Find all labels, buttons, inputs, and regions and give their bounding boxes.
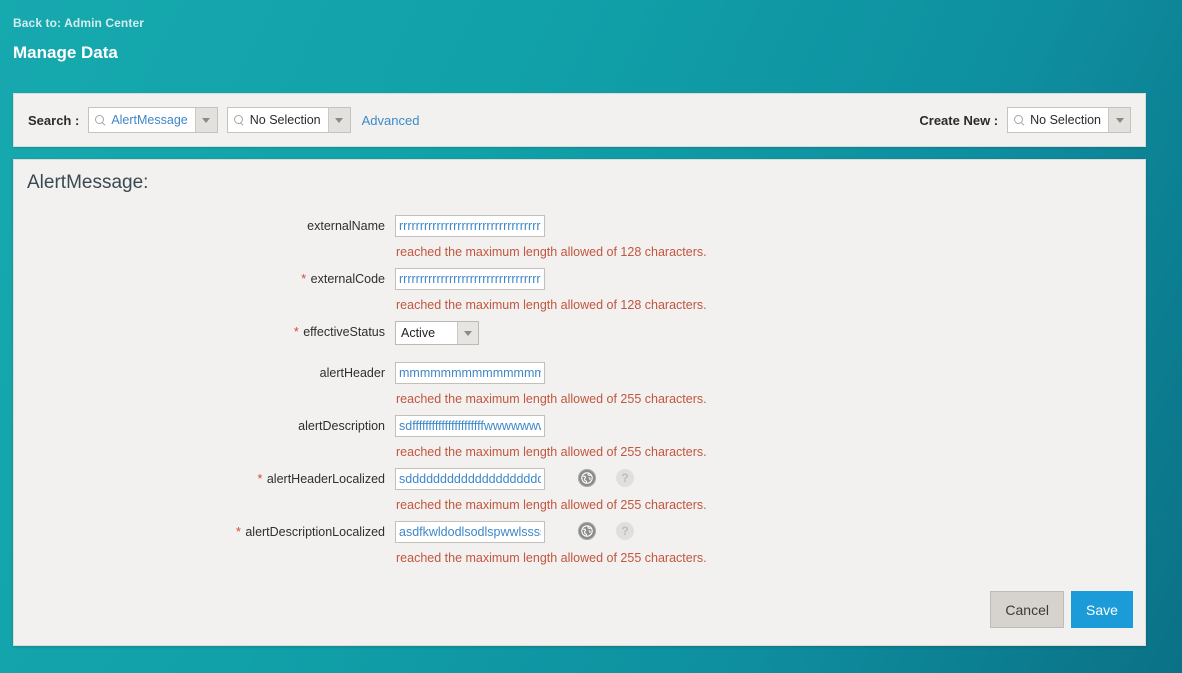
field-label-alertheaderlocalized: * alertHeaderLocalized bbox=[14, 468, 395, 486]
field-control-line bbox=[395, 415, 707, 437]
field-control: reached the maximum length allowed of 25… bbox=[395, 362, 707, 406]
required-marker: * bbox=[235, 525, 241, 539]
cancel-button[interactable]: Cancel bbox=[990, 591, 1064, 628]
form-row: * alertDescriptionLocalized? reached the … bbox=[14, 521, 1145, 565]
advanced-search-link[interactable]: Advanced bbox=[362, 113, 420, 128]
field-icons: ? bbox=[578, 468, 634, 487]
page-header: Back to: Admin Center Manage Data bbox=[0, 0, 1182, 84]
create-new-value: No Selection bbox=[1030, 113, 1101, 127]
search-icon bbox=[1014, 114, 1025, 126]
create-new-dropdown-button[interactable] bbox=[1108, 108, 1130, 132]
chevron-down-icon bbox=[202, 117, 211, 123]
field-label-alertheader: alertHeader bbox=[14, 362, 395, 380]
field-error-message: reached the maximum length allowed of 25… bbox=[396, 392, 707, 406]
field-label-alertdescriptionlocalized: * alertDescriptionLocalized bbox=[14, 521, 395, 539]
globe-icon[interactable] bbox=[578, 522, 596, 540]
help-icon[interactable]: ? bbox=[616, 522, 634, 540]
field-label-text: alertDescriptionLocalized bbox=[245, 525, 385, 539]
row-spacer bbox=[14, 565, 1145, 574]
field-control-line: Active bbox=[395, 321, 479, 345]
entity-form: externalName reached the maximum length a… bbox=[14, 215, 1145, 574]
search-icon bbox=[233, 114, 245, 126]
input-alertheader[interactable] bbox=[395, 362, 545, 384]
field-error-message: reached the maximum length allowed of 25… bbox=[396, 498, 707, 512]
field-label-text: alertHeader bbox=[319, 366, 385, 380]
field-control: reached the maximum length allowed of 12… bbox=[395, 215, 707, 259]
search-toolbar: Search : AlertMessage No Selection Advan… bbox=[13, 93, 1146, 147]
search-selection-field[interactable]: No Selection bbox=[227, 108, 328, 132]
field-control-line bbox=[395, 362, 707, 384]
input-alertheaderlocalized[interactable] bbox=[395, 468, 545, 490]
required-marker: * bbox=[257, 472, 263, 486]
form-row: externalName reached the maximum length a… bbox=[14, 215, 1145, 259]
search-label: Search : bbox=[28, 112, 80, 128]
form-row: * effectiveStatus Active bbox=[14, 321, 1145, 345]
field-error-message: reached the maximum length allowed of 25… bbox=[396, 445, 707, 459]
page-title: Manage Data bbox=[13, 43, 118, 62]
row-spacer bbox=[14, 512, 1145, 521]
search-selection-dropdown-button[interactable] bbox=[327, 108, 350, 132]
field-control: ? reached the maximum length allowed of 2… bbox=[395, 521, 707, 565]
entity-title: AlertMessage: bbox=[27, 172, 149, 193]
row-spacer bbox=[14, 345, 1145, 362]
field-icons: ? bbox=[578, 521, 634, 540]
chevron-down-icon bbox=[464, 330, 472, 336]
field-label-text: alertHeaderLocalized bbox=[266, 472, 385, 486]
field-label-text: externalCode bbox=[310, 272, 385, 286]
select-effectivestatus[interactable]: Active bbox=[395, 321, 479, 345]
field-control-line bbox=[395, 215, 707, 237]
field-label-alertdescription: alertDescription bbox=[14, 415, 395, 433]
chevron-down-icon bbox=[1115, 117, 1124, 123]
field-control: reached the maximum length allowed of 12… bbox=[395, 268, 707, 312]
entity-form-panel: AlertMessage: externalName reached the ma… bbox=[13, 159, 1146, 646]
required-marker: * bbox=[301, 272, 307, 286]
row-spacer bbox=[14, 459, 1145, 468]
form-row: * alertHeaderLocalized? reached the maxim… bbox=[14, 468, 1145, 512]
form-row: * externalCodereached the maximum length… bbox=[14, 268, 1145, 312]
help-icon[interactable]: ? bbox=[616, 469, 634, 487]
field-label-text: externalName bbox=[307, 219, 385, 233]
field-control: reached the maximum length allowed of 25… bbox=[395, 415, 707, 459]
field-control-line: ? bbox=[395, 521, 707, 543]
field-label-effectivestatus: * effectiveStatus bbox=[14, 321, 395, 339]
back-to-admin-center-link[interactable]: Back to: Admin Center bbox=[13, 16, 144, 30]
field-error-message: reached the maximum length allowed of 12… bbox=[396, 245, 707, 259]
chevron-down-icon bbox=[335, 117, 344, 123]
select-value: Active bbox=[401, 326, 436, 340]
field-control: ? reached the maximum length allowed of 2… bbox=[395, 468, 707, 512]
required-marker: * bbox=[293, 325, 299, 339]
row-spacer bbox=[14, 406, 1145, 415]
input-alertdescription[interactable] bbox=[395, 415, 545, 437]
field-label-externalname: externalName bbox=[14, 215, 395, 233]
create-new-label: Create New : bbox=[919, 112, 999, 128]
search-entity-dropdown-button[interactable] bbox=[194, 108, 217, 132]
row-spacer bbox=[14, 259, 1145, 268]
search-icon bbox=[95, 114, 106, 126]
globe-icon[interactable] bbox=[578, 469, 596, 487]
form-actions: Cancel Save bbox=[990, 591, 1133, 628]
field-control: Active bbox=[395, 321, 479, 345]
field-label-text: effectiveStatus bbox=[303, 325, 385, 339]
field-label-externalcode: * externalCode bbox=[14, 268, 395, 286]
save-button[interactable]: Save bbox=[1071, 591, 1133, 628]
create-new-field[interactable]: No Selection bbox=[1008, 108, 1108, 132]
form-row: alertDescription reached the maximum leng… bbox=[14, 415, 1145, 459]
search-entity-field[interactable]: AlertMessage bbox=[89, 108, 195, 132]
input-externalname[interactable] bbox=[395, 215, 545, 237]
form-row: alertHeader reached the maximum length al… bbox=[14, 362, 1145, 406]
select-dropdown-button[interactable] bbox=[457, 322, 478, 344]
field-control-line bbox=[395, 268, 707, 290]
search-selection-combo[interactable]: No Selection bbox=[226, 107, 351, 133]
field-error-message: reached the maximum length allowed of 25… bbox=[396, 551, 707, 565]
create-new-combo[interactable]: No Selection bbox=[1007, 107, 1131, 133]
search-selection-value: No Selection bbox=[249, 113, 321, 127]
search-entity-combo[interactable]: AlertMessage bbox=[88, 107, 218, 133]
field-error-message: reached the maximum length allowed of 12… bbox=[396, 298, 707, 312]
field-control-line: ? bbox=[395, 468, 707, 490]
input-externalcode[interactable] bbox=[395, 268, 545, 290]
field-label-text: alertDescription bbox=[298, 419, 385, 433]
search-entity-value: AlertMessage bbox=[111, 113, 188, 127]
input-alertdescriptionlocalized[interactable] bbox=[395, 521, 545, 543]
row-spacer bbox=[14, 312, 1145, 321]
